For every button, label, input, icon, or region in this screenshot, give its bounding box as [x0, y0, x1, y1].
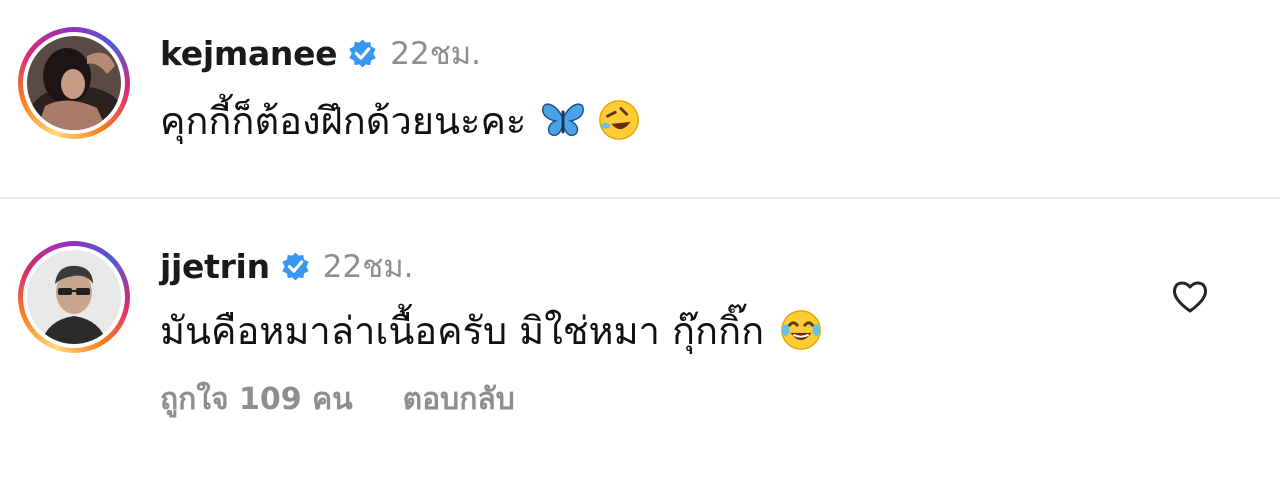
face-with-tears-of-joy-emoji-icon — [781, 310, 821, 350]
verified-badge-icon — [282, 252, 309, 280]
avatar[interactable] — [27, 36, 121, 130]
comment-text: มันคือหมาล่าเนื้อครับ มิใช่หมา กุ๊กกิ๊ก — [160, 308, 765, 353]
comment-text-row: คุกกี้ก็ต้องฝึกด้วยนะคะ — [160, 92, 642, 148]
heart-icon[interactable] — [1170, 277, 1210, 317]
username[interactable]: kejmanee — [160, 34, 338, 73]
username[interactable]: jjetrin — [160, 247, 270, 286]
comment-header: kejmanee 22ชม. — [160, 28, 481, 78]
story-ring[interactable] — [18, 241, 130, 353]
comment-actions: ถูกใจ 109 คน ตอบกลับ — [160, 377, 515, 421]
verified-badge-icon — [349, 39, 376, 67]
likes-count[interactable]: ถูกใจ 109 คน — [160, 376, 353, 423]
avatar[interactable] — [27, 250, 121, 344]
butterfly-emoji-icon — [542, 103, 585, 137]
comment-time: 22ชม. — [390, 36, 482, 72]
reply-button[interactable]: ตอบกลับ — [403, 376, 515, 423]
comment-item-kejmanee: kejmanee 22ชม. คุกกี้ก็ต้องฝึกด้วยนะคะ — [0, 0, 1280, 198]
comment-header: jjetrin 22ชม. — [160, 241, 414, 291]
comment-text: คุกกี้ก็ต้องฝึกด้วยนะคะ — [160, 98, 527, 143]
rolling-on-floor-laughing-emoji-icon — [599, 100, 640, 140]
story-ring[interactable] — [18, 27, 130, 139]
comment-text-row: มันคือหมาล่าเนื้อครับ มิใช่หมา กุ๊กกิ๊ก — [160, 302, 824, 358]
comment-item-jjetrin: jjetrin 22ชม. มันคือหมาล่าเนื้อครับ มิใช… — [0, 199, 1280, 486]
comment-time: 22ชม. — [322, 249, 414, 285]
